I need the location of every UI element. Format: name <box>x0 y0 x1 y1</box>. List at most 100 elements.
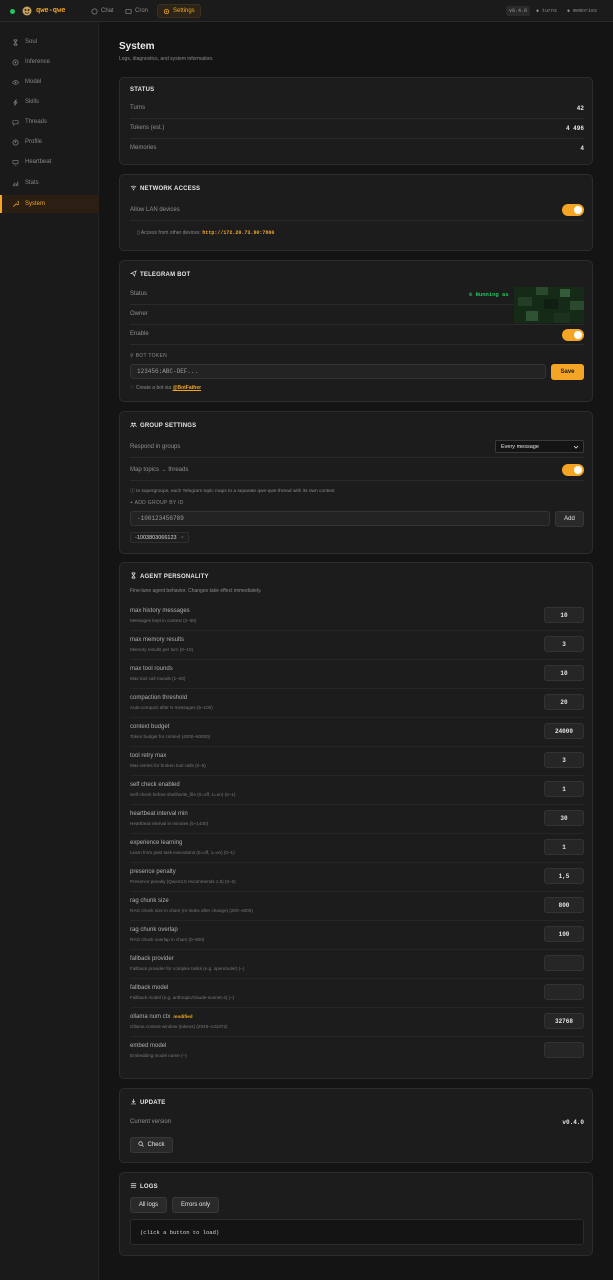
param-row: presence penalty Presence penalty (Qwen3… <box>130 863 584 892</box>
respond-groups-select[interactable]: Every message <box>495 440 584 453</box>
agent-personality-title: AGENT PERSONALITY <box>130 572 209 581</box>
network-card: NETWORK ACCESS Allow LAN devices ▯ Acces… <box>119 174 593 251</box>
param-description: Ollama context window (tokens) (2048–131… <box>130 1024 228 1029</box>
sidebar-item-heartbeat[interactable]: Heartbeat <box>0 153 99 171</box>
current-version-label: Current version <box>130 1119 172 1125</box>
param-value-input[interactable]: 24000 <box>544 723 584 739</box>
online-status-icon <box>10 9 15 14</box>
network-title: NETWORK ACCESS <box>130 184 200 193</box>
wrench-icon <box>11 200 19 208</box>
save-token-button[interactable]: Save <box>551 364 584 380</box>
sidebar-item-skills[interactable]: Skills <box>0 93 99 111</box>
telegram-enable-label: Enable <box>130 331 149 337</box>
param-row: context budget Token budget for context … <box>130 718 584 747</box>
turns-value: 42 <box>576 105 584 112</box>
status-row-turns: Turns 42 <box>130 99 584 119</box>
param-description: RAG chunk size in chars (re-index after … <box>130 908 253 913</box>
sidebar-item-profile[interactable]: Profile <box>0 133 99 151</box>
telegram-status-label: Status <box>130 291 148 297</box>
brand-name[interactable]: qwe-qwe <box>36 7 65 15</box>
lightning-icon <box>11 98 19 106</box>
sidebar-item-model[interactable]: Model <box>0 73 99 91</box>
param-value-input[interactable]: 10 <box>544 607 584 623</box>
info-icon: ⓘ <box>130 489 135 494</box>
wifi-icon <box>130 184 137 193</box>
sidebar-item-inference[interactable]: Inference <box>0 53 99 71</box>
add-group-button[interactable]: Add <box>555 511 584 527</box>
param-value-input[interactable]: 800 <box>544 897 584 913</box>
group-id-input[interactable]: -100123456789 <box>130 511 550 526</box>
tokens-value: 4 496 <box>565 125 584 132</box>
group-settings-title: GROUP SETTINGS <box>130 421 196 430</box>
page-title: System <box>119 41 155 52</box>
param-name: max memory results <box>130 637 185 643</box>
telegram-enable-toggle[interactable] <box>562 329 584 341</box>
sidebar-item-threads[interactable]: Threads <box>0 113 99 131</box>
sidebar-item-stats[interactable]: Stats <box>0 174 99 192</box>
update-title: UPDATE <box>130 1098 165 1107</box>
param-description: Fallback provider for complex tasks (e.g… <box>130 966 245 971</box>
access-hint: ▯ Access from other devices: http://172.… <box>137 230 274 236</box>
param-value-input[interactable]: 100 <box>544 926 584 942</box>
param-value-input[interactable]: 20 <box>544 694 584 710</box>
telegram-status-value: ⊙ Running as <box>469 291 509 298</box>
param-name: heartbeat interval min <box>130 811 188 817</box>
param-value-input[interactable]: 30 <box>544 810 584 826</box>
param-value-input[interactable]: 10 <box>544 665 584 681</box>
sidebar-item-label: Heartbeat <box>25 159 52 165</box>
param-name: tool retry max <box>130 753 167 759</box>
memories-label: Memories <box>130 145 157 151</box>
sidebar-item-label: Model <box>25 79 42 85</box>
botfather-link[interactable]: @BotFather <box>173 385 202 391</box>
param-value-input[interactable]: 1,5 <box>544 868 584 884</box>
param-value-input[interactable] <box>544 984 584 1000</box>
param-row: tool retry max Max retries for broken to… <box>130 747 584 776</box>
map-topics-toggle[interactable] <box>562 464 584 476</box>
all-logs-button[interactable]: All logs <box>130 1197 167 1213</box>
param-value-input[interactable]: 1 <box>544 839 584 855</box>
agent-personality-title-text: AGENT PERSONALITY <box>140 573 209 580</box>
create-bot-hint: ♡ Create a bot via @BotFather <box>130 385 201 391</box>
version-badge: v0.4.0 <box>506 6 531 16</box>
create-bot-prefix: Create a bot via <box>135 385 172 391</box>
param-row: max memory results Memory results per tu… <box>130 631 584 660</box>
update-card: UPDATE Current version v0.4.0 Check <box>119 1088 593 1163</box>
access-url[interactable]: http://172.20.73.90:7860 <box>202 230 274 236</box>
errors-only-button[interactable]: Errors only <box>172 1197 219 1213</box>
param-description: Self-check before shell/write_file (0=of… <box>130 792 236 797</box>
sidebar-item-label: Profile <box>25 139 43 145</box>
allow-lan-toggle[interactable] <box>562 204 584 216</box>
info-icon: ♡ <box>130 385 135 391</box>
respond-groups-row: Respond in groups Every message <box>130 438 584 458</box>
param-value-input[interactable]: 3 <box>544 752 584 768</box>
key-icon: ⚲ <box>130 353 134 359</box>
tab-chat[interactable]: Chat <box>86 4 119 18</box>
tab-cron[interactable]: Cron <box>120 4 153 18</box>
param-value-input[interactable]: 1 <box>544 781 584 797</box>
param-description: Fallback model (e.g. anthropic/claude-so… <box>130 995 235 1000</box>
top-bar: qwe-qwe Chat Cron Settings v0.4.0 ◆ turn… <box>0 0 613 22</box>
status-title-text: STATUS <box>130 87 155 93</box>
download-icon <box>130 1098 137 1107</box>
check-update-button[interactable]: Check <box>130 1137 173 1153</box>
sidebar-item-system[interactable]: System <box>0 195 99 213</box>
param-value-input[interactable]: 3 <box>544 636 584 652</box>
param-description: RAG chunk overlap in chars (0–500) <box>130 937 205 942</box>
turns-label: Turns <box>130 105 146 111</box>
tab-settings[interactable]: Settings <box>157 4 201 18</box>
param-value-input[interactable] <box>544 1042 584 1058</box>
logs-title: LOGS <box>130 1182 158 1191</box>
sidebar-item-soul[interactable]: Soul <box>0 33 99 51</box>
param-name: ollama num ctx modified <box>130 1014 193 1020</box>
param-value-input[interactable] <box>544 955 584 971</box>
param-name-text: ollama num ctx <box>130 1014 171 1020</box>
turns-stat: ◆ turns <box>536 8 557 14</box>
param-row: ollama num ctx modified Ollama context wi… <box>130 1008 584 1037</box>
group-settings-card: GROUP SETTINGS Respond in groups Every m… <box>119 411 593 554</box>
sidebar-item-label: Skills <box>25 99 40 105</box>
remove-icon[interactable]: × <box>181 535 184 541</box>
bar-chart-icon <box>11 179 19 187</box>
param-value-input[interactable]: 32768 <box>544 1013 584 1029</box>
check-update-label: Check <box>147 1142 165 1148</box>
bot-token-input[interactable]: 123456:ABC-DEF... <box>130 364 546 379</box>
